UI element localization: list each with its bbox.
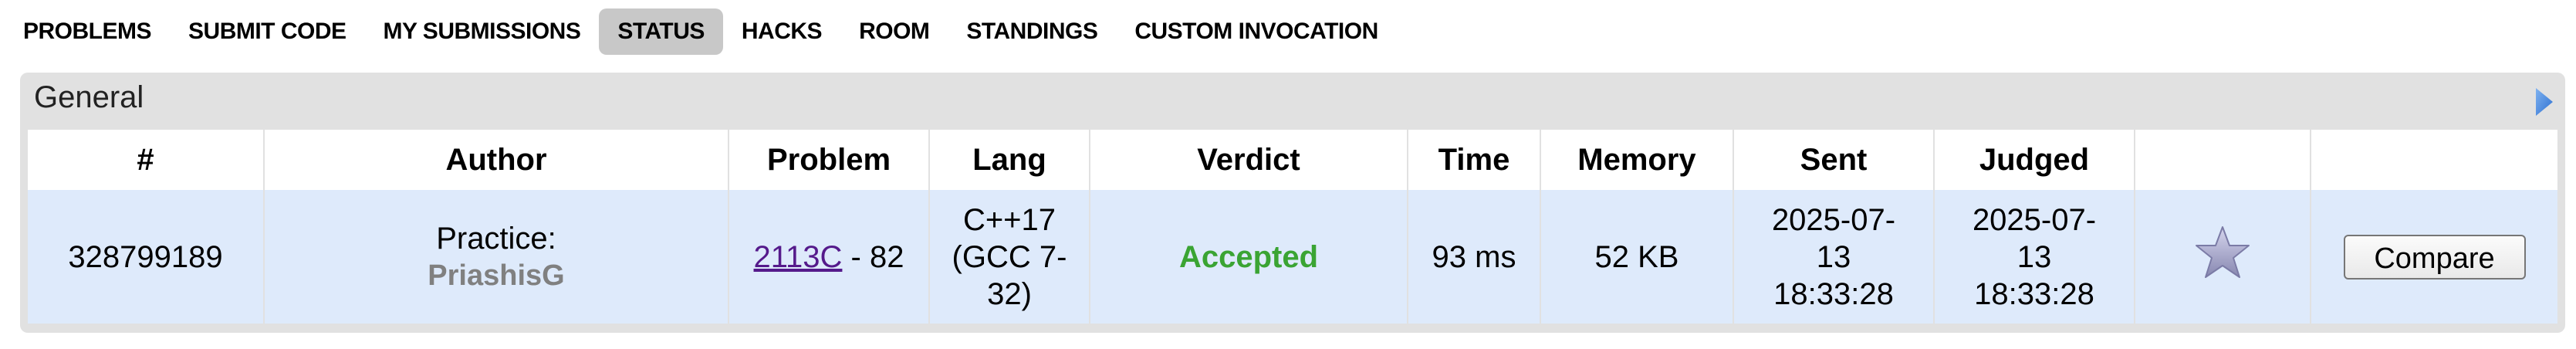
nav-my-submissions[interactable]: MY SUBMISSIONS <box>365 8 600 55</box>
time-cell: 93 ms <box>1408 190 1541 324</box>
problem-cell: 2113C - 82 <box>729 190 930 324</box>
author-cell: Practice: PriashisG <box>264 190 729 324</box>
triangle-right-icon[interactable] <box>2533 86 2554 117</box>
header-author: Author <box>264 130 729 190</box>
header-id: # <box>28 130 265 190</box>
submission-table: # Author Problem Lang Verdict Time Memor… <box>28 130 2557 324</box>
header-favourite <box>2135 130 2311 190</box>
author-prefix: Practice: <box>436 221 556 256</box>
nav-problems[interactable]: PROBLEMS <box>0 8 170 55</box>
author-name[interactable]: PriashisG <box>265 257 728 294</box>
nav-standings[interactable]: STANDINGS <box>948 8 1116 55</box>
nav-custom-invocation[interactable]: CUSTOM INVOCATION <box>1116 8 1396 55</box>
header-verdict: Verdict <box>1090 130 1408 190</box>
table-row: 328799189 Practice: PriashisG 2113C - 82… <box>28 190 2557 324</box>
panel-header: General <box>20 73 2565 127</box>
star-icon[interactable] <box>2194 225 2251 280</box>
compare-cell: Compare <box>2311 190 2557 324</box>
sent-cell: 2025-07-13 18:33:28 <box>1733 190 1935 324</box>
submission-id[interactable]: 328799189 <box>28 190 265 324</box>
verdict-cell: Accepted <box>1090 190 1408 324</box>
lang-cell: C++17 (GCC 7-32) <box>929 190 1090 324</box>
problem-suffix: - 82 <box>842 239 904 274</box>
header-memory: Memory <box>1540 130 1734 190</box>
header-problem: Problem <box>729 130 930 190</box>
panel-title: General <box>34 80 144 114</box>
nav-room[interactable]: ROOM <box>840 8 948 55</box>
verdict-accepted: Accepted <box>1178 239 1319 274</box>
compare-button[interactable]: Compare <box>2343 234 2526 280</box>
header-lang: Lang <box>929 130 1090 190</box>
header-sent: Sent <box>1733 130 1935 190</box>
memory-cell: 52 KB <box>1540 190 1734 324</box>
table-header-row: # Author Problem Lang Verdict Time Memor… <box>28 130 2557 190</box>
header-time: Time <box>1408 130 1541 190</box>
status-panel: General # Author Problem Lang Verdict Ti… <box>20 73 2565 333</box>
nav-submit-code[interactable]: SUBMIT CODE <box>170 8 365 55</box>
problem-link[interactable]: 2113C <box>754 240 843 274</box>
header-judged: Judged <box>1934 130 2135 190</box>
judged-cell: 2025-07-13 18:33:28 <box>1934 190 2135 324</box>
nav-status[interactable]: STATUS <box>599 8 723 55</box>
top-navigation: PROBLEMS SUBMIT CODE MY SUBMISSIONS STAT… <box>0 8 2576 56</box>
nav-hacks[interactable]: HACKS <box>723 8 840 55</box>
header-compare <box>2311 130 2557 190</box>
favourite-cell <box>2135 190 2311 324</box>
